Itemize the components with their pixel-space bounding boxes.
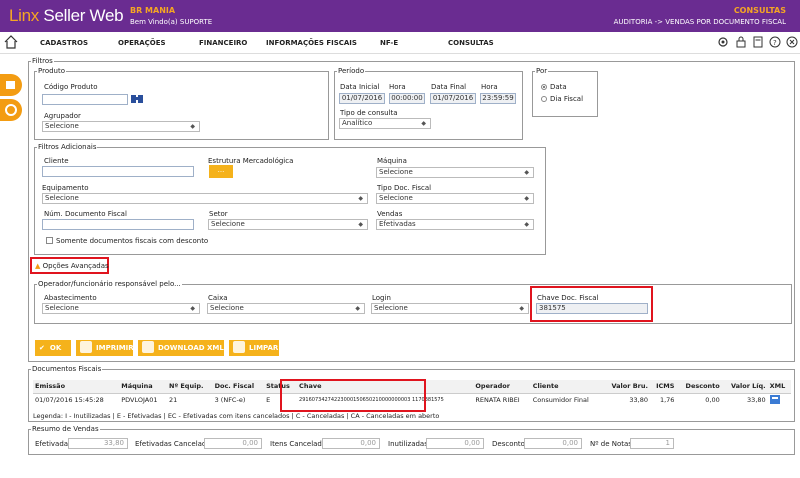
ok-button[interactable]: ✔ OK [35, 340, 71, 356]
num-doc-input[interactable] [42, 219, 194, 230]
chave-column-highlight [280, 379, 426, 412]
abastecimento-select[interactable]: Selecione ◆ [42, 303, 200, 314]
binoculars-icon[interactable] [131, 93, 143, 104]
vendas-label: Vendas [377, 210, 403, 218]
tipo-doc-label: Tipo Doc. Fiscal [377, 184, 432, 192]
download-xmls-button[interactable]: DOWNLOAD XMLS [138, 340, 229, 356]
main-menu: CADASTROS OPERAÇÕES FINANCEIRO INFORMAÇÕ… [0, 32, 800, 54]
por-fieldset: Por [532, 67, 598, 117]
login-label: Login [372, 294, 391, 302]
list-icon [6, 81, 15, 89]
section-title: CONSULTAS [733, 6, 786, 15]
setor-select[interactable]: Selecione ◆ [208, 219, 368, 230]
data-inicial-label: Data Inicial [340, 83, 380, 91]
itens-cancelados-label: Itens Cancelados [270, 440, 330, 448]
help-icon[interactable]: ? [769, 36, 781, 48]
tipo-doc-select[interactable]: Selecione ◆ [376, 193, 534, 204]
menu-informacoes-fiscais[interactable]: INFORMAÇÕES FISCAIS [266, 39, 357, 47]
calculator-icon[interactable] [752, 36, 764, 48]
breadcrumb: AUDITORIA -> VENDAS POR DOCUMENTO FISCAL [613, 18, 786, 26]
app-header: Linx Seller Web BR MANIA Bem Vindo(a) SU… [0, 0, 800, 32]
menu-nfe[interactable]: NF-E [380, 39, 398, 47]
codigo-produto-input[interactable] [42, 94, 128, 105]
hora-final-input[interactable]: 23:59:59 [480, 93, 516, 104]
login-select[interactable]: Selecione ◆ [371, 303, 529, 314]
estrutura-button[interactable]: ... [209, 165, 233, 178]
xml-file-icon[interactable] [769, 394, 780, 404]
radio-dia-fiscal[interactable]: Dia Fiscal [541, 95, 583, 103]
equipamento-select[interactable]: Selecione ◆ [42, 193, 368, 204]
chave-doc-input[interactable]: 381575 [536, 303, 648, 314]
efetivadas-canceladas-value: 0,00 [204, 438, 262, 449]
settings-icon[interactable] [717, 36, 729, 48]
data-final-label: Data Final [431, 83, 467, 91]
menu-consultas[interactable]: CONSULTAS [448, 39, 494, 47]
cliente-input[interactable] [42, 166, 194, 177]
data-final-input[interactable]: 01/07/2016 [430, 93, 476, 104]
codigo-produto-label: Código Produto [44, 83, 98, 91]
maquina-select[interactable]: Selecione ◆ [376, 167, 534, 178]
caixa-select[interactable]: Selecione ◆ [207, 303, 365, 314]
efetivadas-canceladas-label: Efetivadas Canceladas [135, 440, 215, 448]
opcoes-avancadas-toggle[interactable]: ▲ Opções Avançadas [35, 262, 109, 270]
tipo-consulta-select[interactable]: Analítico ◆ [339, 118, 431, 129]
itens-cancelados-value: 0,00 [322, 438, 380, 449]
legenda-text: Legenda: I - Inutilizadas | E - Efetivad… [33, 412, 440, 420]
app-logo: Linx Seller Web [9, 6, 124, 25]
warning-icon: ▲ [35, 262, 41, 270]
efetivadas-label: Efetivadas [35, 440, 72, 448]
abastecimento-label: Abastecimento [44, 294, 97, 302]
store-name: BR MANIA [130, 6, 176, 15]
descontos-value: 0,00 [524, 438, 582, 449]
printer-icon [80, 341, 92, 353]
download-icon [142, 341, 154, 353]
agrupador-label: Agrupador [44, 112, 81, 120]
inutilizadas-label: Inutilizadas [388, 440, 428, 448]
somente-desconto-checkbox[interactable]: Somente documentos fiscais com desconto [46, 237, 208, 245]
close-icon[interactable] [786, 36, 798, 48]
tipo-consulta-label: Tipo de consulta [340, 109, 398, 117]
data-inicial-input[interactable]: 01/07/2016 [339, 93, 385, 104]
numero-notas-label: Nº de Notas [590, 440, 632, 448]
operador-fieldset: Operador/funcionário responsável pelo... [34, 280, 792, 324]
caixa-label: Caixa [208, 294, 228, 302]
inutilizadas-value: 0,00 [426, 438, 484, 449]
hora-inicial-label: Hora [389, 83, 406, 91]
menu-operacoes[interactable]: OPERAÇÕES [118, 39, 166, 47]
menu-financeiro[interactable]: FINANCEIRO [199, 39, 247, 47]
svg-text:?: ? [773, 39, 777, 47]
cliente-label: Cliente [44, 157, 69, 165]
agrupador-select[interactable]: Selecione ◆ [42, 121, 200, 132]
setor-label: Setor [209, 210, 228, 218]
lock-icon[interactable] [735, 36, 747, 48]
gear-icon [5, 104, 17, 116]
side-list-button[interactable] [0, 74, 22, 96]
estrutura-label: Estrutura Mercadológica [208, 157, 294, 165]
radio-data[interactable]: Data [541, 83, 567, 91]
side-settings-button[interactable] [0, 99, 22, 121]
eraser-icon [233, 341, 245, 353]
menu-cadastros[interactable]: CADASTROS [40, 39, 88, 47]
efetivadas-value: 33,80 [68, 438, 128, 449]
imprimir-button[interactable]: IMPRIMIR [76, 340, 134, 356]
chave-doc-label: Chave Doc. Fiscal [537, 294, 599, 302]
limpar-button[interactable]: LIMPAR [229, 340, 279, 356]
vendas-select[interactable]: Efetivadas ◆ [376, 219, 534, 230]
equipamento-label: Equipamento [42, 184, 89, 192]
hora-inicial-input[interactable]: 00:00:00 [389, 93, 425, 104]
welcome-text: Bem Vindo(a) SUPORTE [130, 18, 213, 26]
num-doc-label: Núm. Documento Fiscal [44, 210, 127, 218]
hora-final-label: Hora [481, 83, 498, 91]
home-icon[interactable] [4, 35, 18, 49]
maquina-label: Máquina [377, 157, 407, 165]
numero-notas-value: 1 [630, 438, 674, 449]
